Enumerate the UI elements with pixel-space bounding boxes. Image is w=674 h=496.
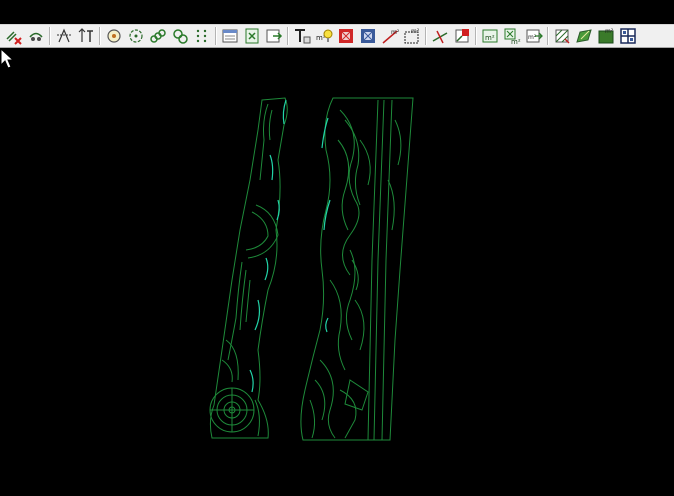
toolbar-separator [475, 27, 477, 45]
toolbar-separator [287, 27, 289, 45]
link-shape-icon [173, 29, 188, 44]
area-dashed-box-button[interactable]: m² [401, 26, 423, 46]
m2-excel-button[interactable]: m² [501, 26, 523, 46]
redraw-objects-button[interactable] [25, 26, 47, 46]
svg-text:m²: m² [511, 38, 521, 45]
table-window-icon [222, 29, 238, 43]
align-arrows-button[interactable] [53, 26, 75, 46]
text-height-button[interactable] [75, 26, 97, 46]
svg-text:m²: m² [605, 28, 614, 35]
pattern-fill-button[interactable] [551, 26, 573, 46]
m2-table-button[interactable]: m² [479, 26, 501, 46]
circle-target-icon [107, 29, 121, 43]
cross-red-button[interactable] [451, 26, 473, 46]
text-height-icon [78, 28, 93, 42]
m2-table-icon: m² [482, 29, 498, 43]
drawing-canvas[interactable] [0, 48, 674, 496]
m2-export-button[interactable]: m² [523, 26, 545, 46]
left-strip-outline [209, 97, 288, 439]
erase-red-x-icon [6, 31, 22, 45]
toolbar-separator [215, 27, 217, 45]
toolbar-separator [99, 27, 101, 45]
toolbar-separator [49, 27, 51, 45]
align-arrows-icon [57, 28, 71, 43]
redraw-objects-icon [29, 32, 43, 41]
dot-grid-button[interactable] [191, 26, 213, 46]
grid-blocks-button[interactable] [617, 26, 639, 46]
svg-text:m²: m² [528, 34, 537, 41]
area-bulb-icon: m² [316, 29, 333, 42]
toolbar-separator [425, 27, 427, 45]
toolbar-separator [547, 27, 549, 45]
excel-sheet-icon [245, 28, 259, 44]
top-strip [0, 0, 674, 24]
circle-dashed-icon [129, 29, 143, 43]
dot-grid-icon [196, 29, 207, 43]
m2-excel-icon: m² [504, 28, 521, 45]
export-sheet-button[interactable] [263, 26, 285, 46]
link-shape-button[interactable] [169, 26, 191, 46]
area-bulb-button[interactable]: m² [313, 26, 335, 46]
svg-text:m²: m² [391, 29, 399, 36]
table-window-button[interactable] [219, 26, 241, 46]
text-style-button[interactable] [291, 26, 313, 46]
text-style-icon [295, 29, 311, 44]
green-edit-icon [576, 29, 592, 43]
area-line-icon: m² [382, 29, 399, 44]
red-frame-icon [339, 29, 353, 43]
blue-frame-button[interactable] [357, 26, 379, 46]
excel-sheet-button[interactable] [241, 26, 263, 46]
chain-links-button[interactable] [147, 26, 169, 46]
red-frame-button[interactable] [335, 26, 357, 46]
hatch-fill-icon: m² [598, 28, 614, 44]
m2-export-icon: m² [526, 29, 543, 43]
area-dashed-box-icon: m² [404, 28, 420, 44]
green-edit-button[interactable] [573, 26, 595, 46]
pattern-fill-icon [555, 29, 570, 44]
circle-dashed-button[interactable] [125, 26, 147, 46]
cut-line-button[interactable] [429, 26, 451, 46]
cross-red-icon [455, 29, 469, 43]
circle-target-button[interactable] [103, 26, 125, 46]
blue-frame-icon [361, 29, 375, 43]
grid-blocks-icon [620, 28, 636, 44]
hatch-fill-button[interactable]: m² [595, 26, 617, 46]
erase-red-x-button[interactable] [3, 26, 25, 46]
svg-text:m²: m² [485, 34, 495, 42]
cad-toolbar: m² m² m² m² m² m² m² [0, 24, 674, 48]
svg-text:m²: m² [411, 28, 420, 35]
export-sheet-icon [266, 29, 283, 43]
cut-line-icon [432, 30, 448, 44]
chain-links-icon [150, 29, 166, 43]
cad-drawing [209, 97, 414, 441]
area-line-button[interactable]: m² [379, 26, 401, 46]
mouse-pointer-icon [0, 48, 14, 69]
